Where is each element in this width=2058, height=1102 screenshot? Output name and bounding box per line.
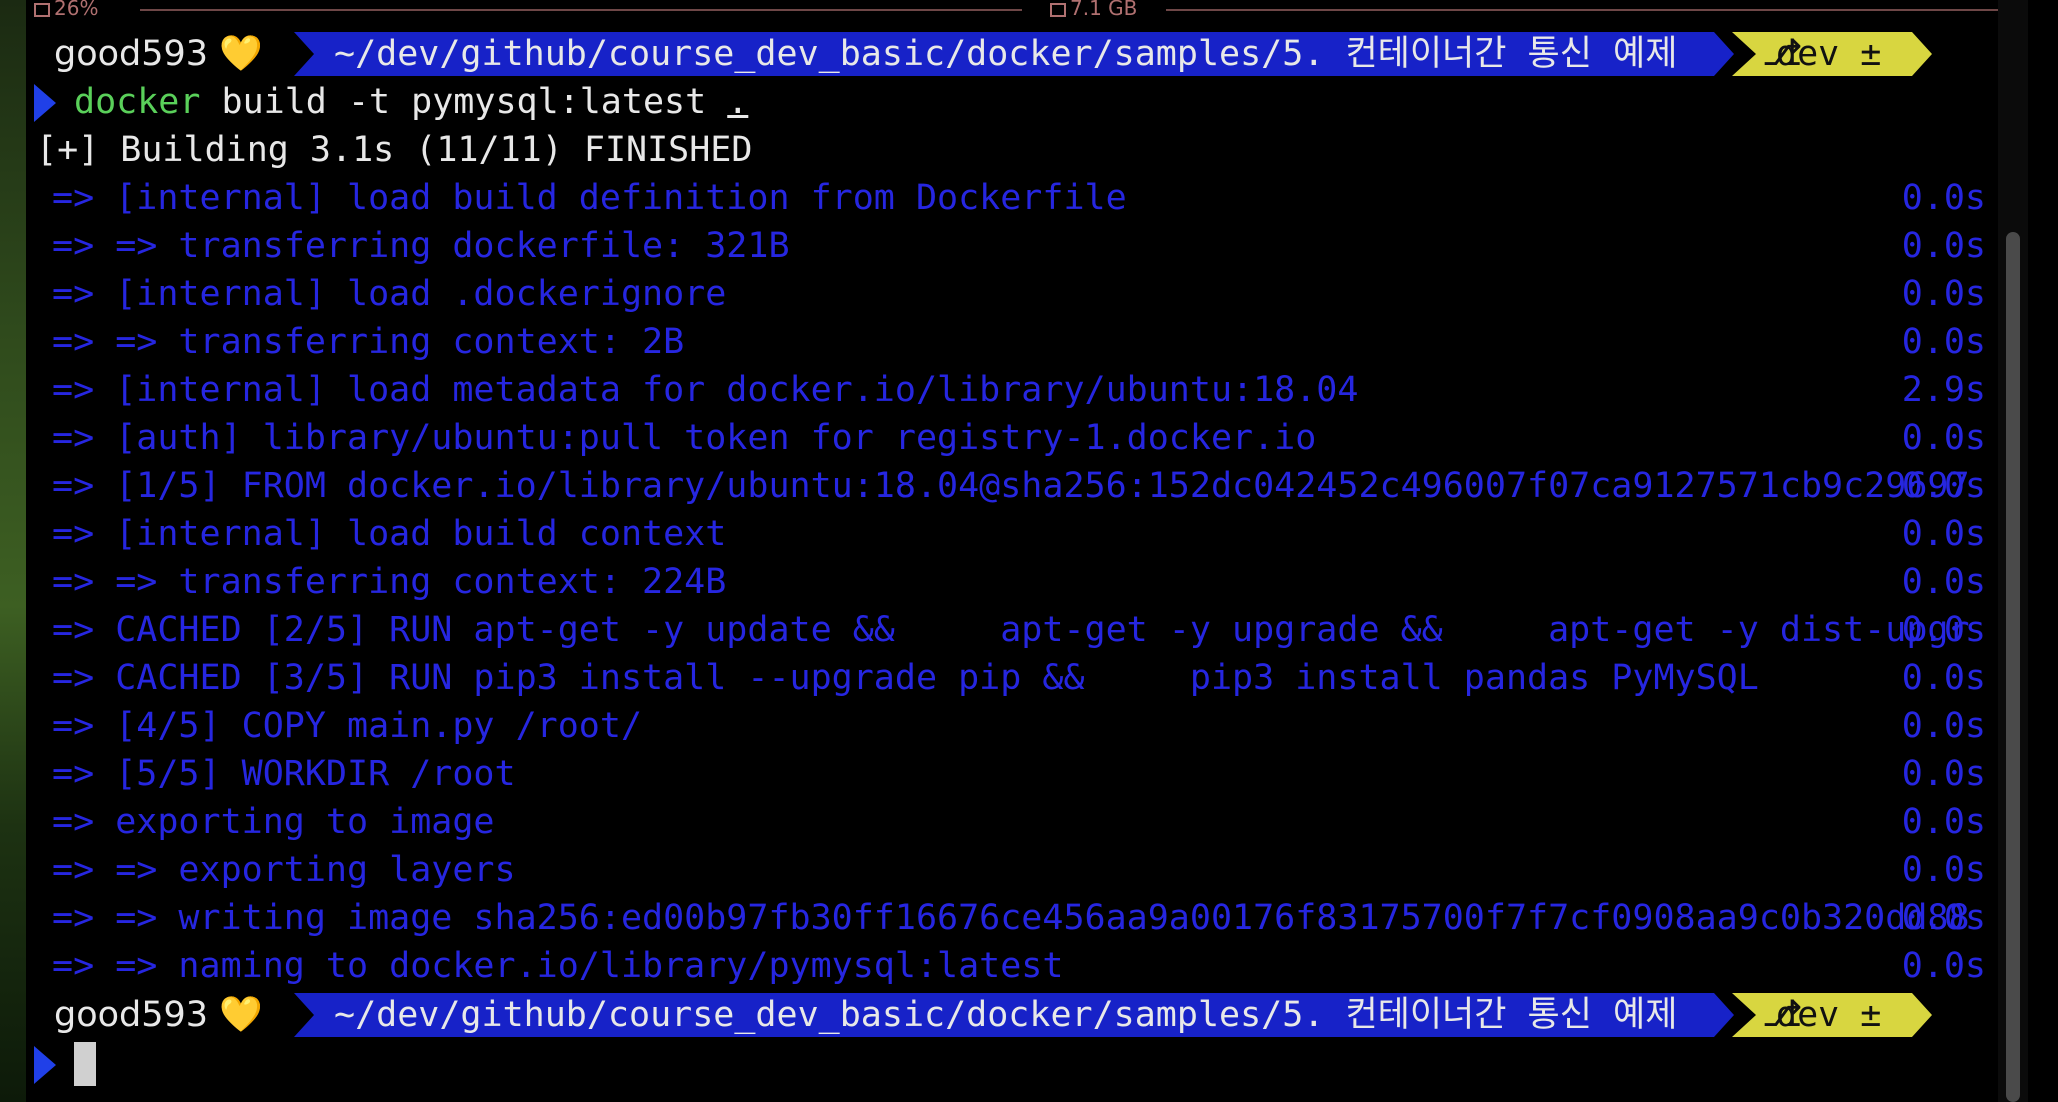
build-step-time: 0.0s bbox=[1901, 178, 1986, 218]
command-program: docker bbox=[74, 82, 201, 122]
build-step-time: 0.0s bbox=[1901, 226, 1986, 266]
prompt-user: good593 💛 bbox=[54, 991, 263, 1039]
build-step-time: 2.9s bbox=[1901, 370, 1986, 410]
prompt-git-segment: ⎇ dev ± bbox=[1732, 993, 1932, 1037]
build-step-text: => [internal] load metadata for docker.i… bbox=[52, 370, 1359, 410]
build-step-time: 0.0s bbox=[1901, 802, 1986, 842]
build-step-time: 0.0s bbox=[1901, 466, 1986, 506]
heart-icon: 💛 bbox=[219, 34, 263, 74]
terminal-window[interactable]: 26% 7.1 GB good593 💛 ~/dev/github/course… bbox=[26, 0, 2028, 1102]
build-step-text: => exporting to image bbox=[52, 802, 495, 842]
command-line: docker build -t pymysql:latest . bbox=[74, 78, 748, 126]
build-step-row: => [5/5] WORKDIR /root 0.0s bbox=[52, 750, 2002, 798]
memory-indicator: 7.1 GB bbox=[1050, 0, 1137, 20]
command-context: . bbox=[727, 82, 749, 122]
prompt-path: ~/dev/github/course_dev_basic/docker/sam… bbox=[334, 34, 1678, 74]
build-step-row: => [1/5] FROM docker.io/library/ubuntu:1… bbox=[52, 462, 2002, 510]
build-step-text: => [internal] load build definition from… bbox=[52, 178, 1127, 218]
status-bar: 26% 7.1 GB bbox=[26, 0, 2028, 20]
build-step-row: => => exporting layers 0.0s bbox=[52, 846, 2002, 894]
cpu-indicator: 26% bbox=[34, 0, 98, 20]
build-step-row: => [internal] load build context 0.0s bbox=[52, 510, 2002, 558]
build-step-row: => CACHED [2/5] RUN apt-get -y update &&… bbox=[52, 606, 2002, 654]
build-step-text: => [1/5] FROM docker.io/library/ubuntu:1… bbox=[52, 466, 1970, 506]
build-step-text: => CACHED [2/5] RUN apt-get -y update &&… bbox=[52, 610, 1970, 650]
memory-icon bbox=[1050, 2, 1066, 17]
build-header: [+] Building 3.1s (11/11) FINISHED bbox=[36, 130, 753, 170]
build-step-row: => => transferring dockerfile: 321B 0.0s bbox=[52, 222, 2002, 270]
cpu-value: 26% bbox=[54, 0, 99, 20]
build-step-row: => CACHED [3/5] RUN pip3 install --upgra… bbox=[52, 654, 2002, 702]
build-step-row: => [internal] load build definition from… bbox=[52, 174, 2002, 222]
build-step-text: => => transferring context: 224B bbox=[52, 562, 727, 602]
build-step-row: => [4/5] COPY main.py /root/0.0s bbox=[52, 702, 2002, 750]
scrollbar-thumb[interactable] bbox=[2006, 232, 2020, 1102]
build-step-time: 0.0s bbox=[1901, 658, 1986, 698]
build-step-time: 0.0s bbox=[1901, 754, 1986, 794]
scrollbar-track[interactable] bbox=[1998, 0, 2028, 1102]
build-step-time: 0.0s bbox=[1901, 562, 1986, 602]
build-step-row: => [internal] load .dockerignore 0.0s bbox=[52, 270, 2002, 318]
build-step-text: => => transferring context: 2B bbox=[52, 322, 685, 362]
command-args: build -t pymysql:latest bbox=[200, 82, 728, 122]
memory-value: 7.1 GB bbox=[1070, 0, 1138, 20]
prompt-line-2: good593 💛 ~/dev/github/course_dev_basic/… bbox=[26, 991, 1932, 1039]
build-step-time: 0.0s bbox=[1901, 418, 1986, 458]
build-step-text: => [internal] load build context bbox=[52, 514, 727, 554]
build-step-row: => => writing image sha256:ed00b97fb30ff… bbox=[52, 894, 2002, 942]
build-step-text: => [auth] library/ubuntu:pull token for … bbox=[52, 418, 1317, 458]
build-step-text: => => transferring dockerfile: 321B bbox=[52, 226, 790, 266]
heart-icon: 💛 bbox=[219, 995, 263, 1035]
build-step-text: => => naming to docker.io/library/pymysq… bbox=[52, 946, 1064, 986]
build-step-text: => CACHED [3/5] RUN pip3 install --upgra… bbox=[52, 658, 1759, 698]
prompt-path-segment: ~/dev/github/course_dev_basic/docker/sam… bbox=[294, 32, 1734, 76]
build-step-row: => => naming to docker.io/library/pymysq… bbox=[52, 942, 2002, 990]
terminal-cursor bbox=[74, 1042, 96, 1086]
build-step-time: 0.0s bbox=[1901, 274, 1986, 314]
git-branch-icon: ⎇ bbox=[1762, 34, 1803, 74]
build-step-row: => exporting to image 0.0s bbox=[52, 798, 2002, 846]
build-step-row: => => transferring context: 224B 0.0s bbox=[52, 558, 2002, 606]
build-step-row: => [auth] library/ubuntu:pull token for … bbox=[52, 414, 2002, 462]
build-step-time: 0.0s bbox=[1901, 610, 1986, 650]
cpu-icon bbox=[34, 2, 50, 17]
build-step-time: 0.0s bbox=[1901, 850, 1986, 890]
build-step-text: => [5/5] WORKDIR /root bbox=[52, 754, 516, 794]
prompt-path-segment: ~/dev/github/course_dev_basic/docker/sam… bbox=[294, 993, 1734, 1037]
build-step-time: 0.0s bbox=[1901, 898, 1986, 938]
cpu-sparkline bbox=[140, 9, 1022, 11]
desktop-wallpaper bbox=[0, 0, 26, 1102]
build-step-time: 0.0s bbox=[1901, 514, 1986, 554]
build-step-text: => => exporting layers bbox=[52, 850, 516, 890]
build-step-text: => => writing image sha256:ed00b97fb30ff… bbox=[52, 898, 1970, 938]
prompt-git-segment: ⎇ dev ± bbox=[1732, 32, 1932, 76]
build-step-time: 0.0s bbox=[1901, 322, 1986, 362]
build-step-row: => => transferring context: 2B 0.0s bbox=[52, 318, 2002, 366]
build-step-time: 0.0s bbox=[1901, 946, 1986, 986]
git-branch-icon: ⎇ bbox=[1762, 995, 1803, 1035]
build-step-time: 0.0s bbox=[1901, 706, 1986, 746]
prompt-path: ~/dev/github/course_dev_basic/docker/sam… bbox=[334, 995, 1678, 1035]
prompt-arrow-icon bbox=[34, 84, 56, 122]
prompt-username: good593 bbox=[54, 995, 209, 1035]
build-step-text: => [4/5] COPY main.py /root/ bbox=[52, 706, 643, 746]
build-step-row: => [internal] load metadata for docker.i… bbox=[52, 366, 2002, 414]
prompt-line: good593 💛 ~/dev/github/course_dev_basic/… bbox=[26, 30, 1932, 78]
prompt-arrow-icon bbox=[34, 1046, 56, 1084]
build-step-text: => [internal] load .dockerignore bbox=[52, 274, 727, 314]
prompt-user: good593 💛 bbox=[54, 30, 263, 78]
prompt-username: good593 bbox=[54, 34, 209, 74]
memory-sparkline bbox=[1166, 9, 2016, 11]
